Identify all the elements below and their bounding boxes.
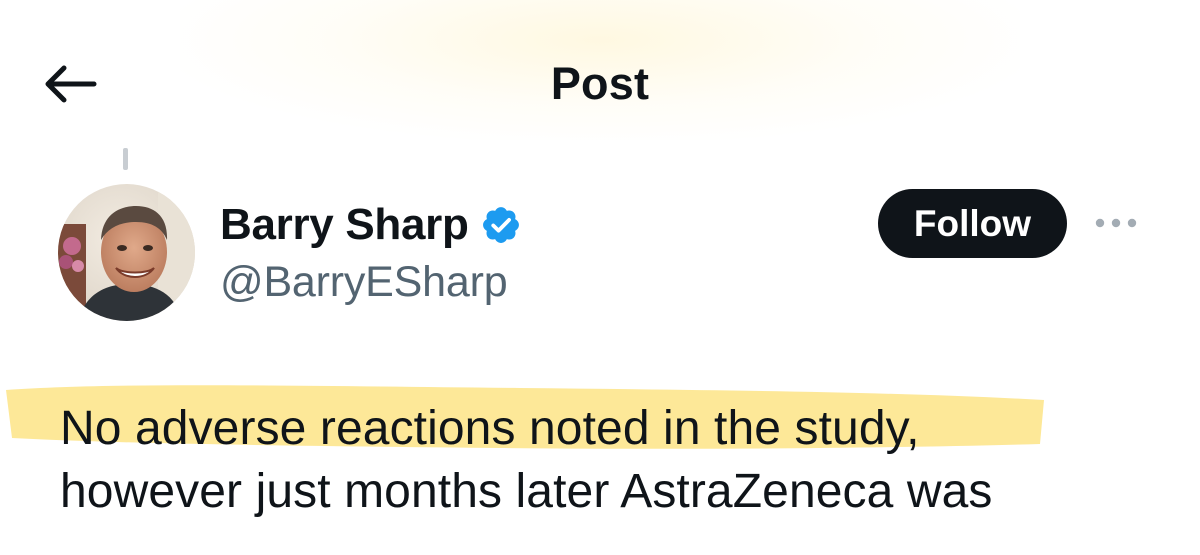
thread-connector-line [123, 148, 128, 170]
post-text: No adverse reactions noted in the study,… [60, 397, 1180, 523]
page-title: Post [550, 58, 650, 109]
verified-badge-icon[interactable] [479, 203, 523, 247]
post-text-line: however just months later AstraZeneca wa… [60, 465, 993, 518]
author-handle[interactable]: @BarryESharp [220, 258, 508, 307]
avatar[interactable] [58, 184, 195, 321]
more-options-button[interactable] [1094, 208, 1138, 238]
author-name-row: Barry Sharp [220, 198, 523, 252]
more-horizontal-icon [1095, 218, 1137, 228]
author-display-name[interactable]: Barry Sharp [220, 200, 469, 250]
post-text-line: No adverse reactions noted in the study, [60, 402, 920, 455]
profile-photo [58, 184, 195, 321]
post-page: Post Barry Sharp @BarryESharp Follow No … [0, 0, 1200, 555]
follow-button[interactable]: Follow [878, 189, 1067, 258]
